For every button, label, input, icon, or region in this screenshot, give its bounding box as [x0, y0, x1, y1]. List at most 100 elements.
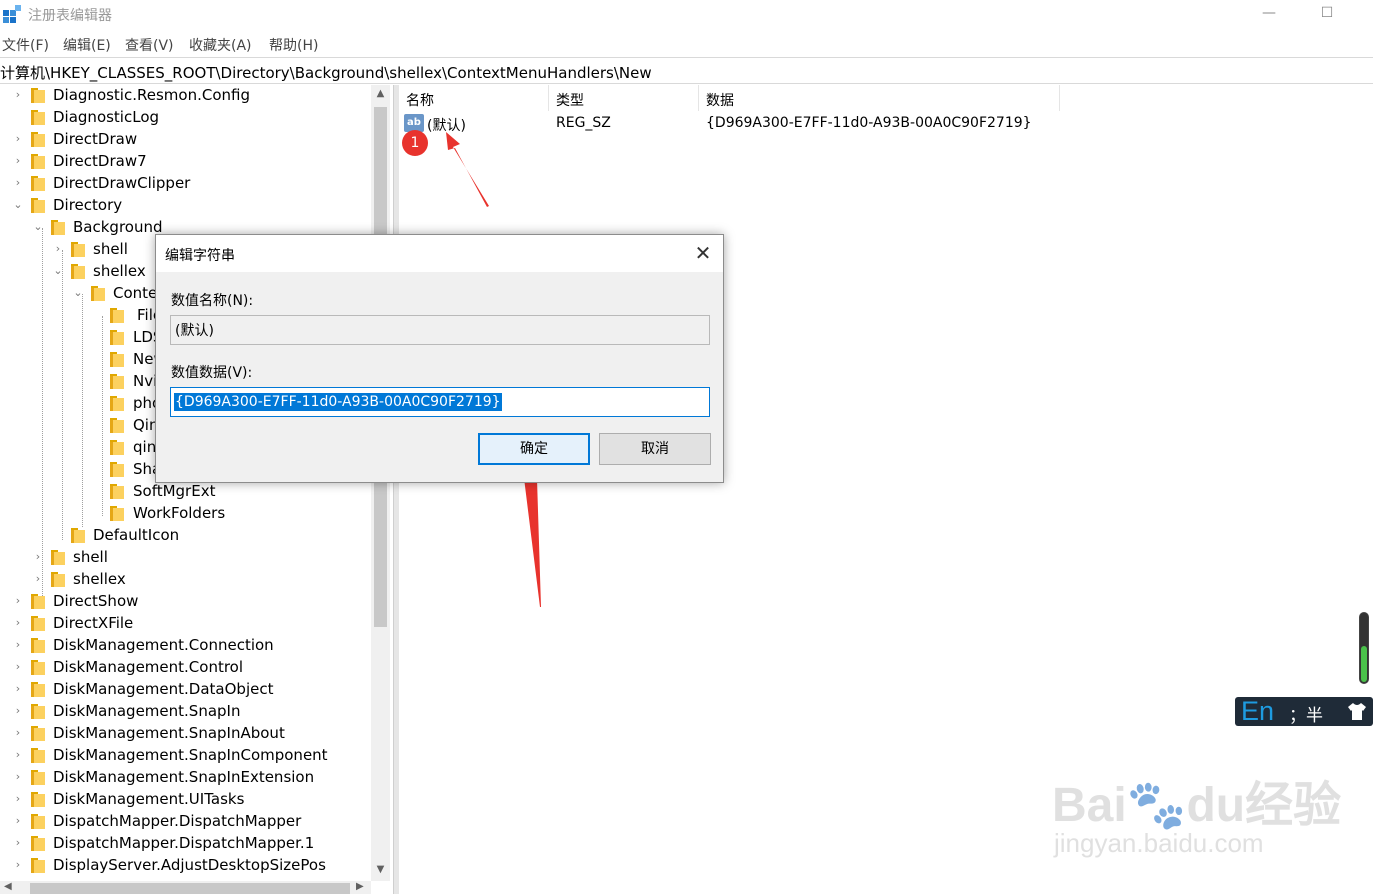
expand-chevron-icon[interactable]: ›: [12, 836, 24, 850]
tree-item[interactable]: ⌄ Directory: [0, 195, 371, 217]
values-list-header: 名称 类型 数据: [399, 85, 1373, 111]
expand-chevron-icon[interactable]: ›: [12, 682, 24, 696]
expand-chevron-icon[interactable]: ›: [12, 858, 24, 872]
column-divider[interactable]: [698, 85, 699, 111]
expand-chevron-icon[interactable]: ›: [12, 704, 24, 718]
expand-chevron-icon[interactable]: ›: [32, 550, 44, 564]
tree-vertical-scrollbar[interactable]: ▲ ▼: [371, 85, 390, 881]
expand-chevron-icon[interactable]: [92, 352, 104, 366]
expand-chevron-icon[interactable]: [92, 330, 104, 344]
column-type[interactable]: 类型: [556, 90, 584, 110]
tree-item[interactable]: › shellex: [0, 569, 371, 591]
menu-favorites[interactable]: 收藏夹(A): [189, 35, 252, 55]
folder-icon: [31, 726, 45, 741]
tree-item[interactable]: › DirectShow: [0, 591, 371, 613]
tree-item[interactable]: › DiskManagement.Connection: [0, 635, 371, 657]
maximize-button[interactable]: ☐: [1304, 0, 1350, 30]
expand-chevron-icon[interactable]: ›: [32, 572, 44, 586]
expand-chevron-icon[interactable]: ›: [12, 176, 24, 190]
scroll-up-arrow-icon[interactable]: ▲: [371, 85, 390, 103]
scroll-down-arrow-icon[interactable]: ▼: [371, 861, 390, 879]
column-name[interactable]: 名称: [406, 90, 434, 110]
tree-item[interactable]: › DiskManagement.SnapInAbout: [0, 723, 371, 745]
expand-chevron-icon[interactable]: ›: [12, 792, 24, 806]
expand-chevron-icon[interactable]: ›: [12, 726, 24, 740]
tree-item[interactable]: › DisplayServer.AdjustDesktopSizePos: [0, 855, 371, 877]
tree-item[interactable]: › DiskManagement.SnapIn: [0, 701, 371, 723]
pane-splitter[interactable]: [393, 85, 399, 894]
cancel-button[interactable]: 取消: [599, 433, 711, 465]
tree-item[interactable]: › shell: [0, 547, 371, 569]
tree-item[interactable]: › DiskManagement.SnapInComponent: [0, 745, 371, 767]
expand-chevron-icon[interactable]: [92, 308, 104, 322]
ok-button[interactable]: 确定: [478, 433, 590, 465]
hscroll-thumb[interactable]: [30, 883, 350, 894]
ime-indicator[interactable]: En ；半: [1235, 696, 1373, 727]
scroll-right-arrow-icon[interactable]: ▶: [356, 881, 364, 892]
dialog-title-bar[interactable]: 编辑字符串 ✕: [156, 235, 723, 272]
tree-item[interactable]: DiagnosticLog: [0, 107, 371, 129]
expand-chevron-icon[interactable]: ›: [12, 154, 24, 168]
tree-item[interactable]: › DirectDrawClipper: [0, 173, 371, 195]
folder-icon: [31, 836, 45, 851]
expand-chevron-icon[interactable]: [92, 484, 104, 498]
expand-chevron-icon[interactable]: [52, 528, 64, 542]
value-data-text[interactable]: {D969A300-E7FF-11d0-A93B-00A0C90F2719}: [174, 393, 502, 411]
expand-chevron-icon[interactable]: [92, 506, 104, 520]
column-divider[interactable]: [548, 85, 549, 111]
tree-item[interactable]: › DiskManagement.UITasks: [0, 789, 371, 811]
tree-item[interactable]: › Diagnostic.Resmon.Config: [0, 85, 371, 107]
expand-chevron-icon[interactable]: ›: [12, 132, 24, 146]
tree-item[interactable]: SoftMgrExt: [0, 481, 371, 503]
expand-chevron-icon[interactable]: ›: [12, 660, 24, 674]
menu-help[interactable]: 帮助(H): [269, 35, 318, 55]
expand-chevron-icon[interactable]: ›: [52, 242, 64, 256]
expand-chevron-icon[interactable]: ›: [12, 814, 24, 828]
expand-chevron-icon[interactable]: ›: [12, 88, 24, 102]
menu-view[interactable]: 查看(V): [125, 35, 174, 55]
skin-shirt-icon[interactable]: [1347, 702, 1367, 721]
menu-edit[interactable]: 编辑(E): [63, 35, 111, 55]
tree-item[interactable]: › DispatchMapper.DispatchMapper: [0, 811, 371, 833]
close-icon[interactable]: ✕: [691, 241, 715, 265]
expand-chevron-icon[interactable]: ⌄: [12, 198, 24, 212]
expand-chevron-icon[interactable]: ›: [12, 748, 24, 762]
tree-item[interactable]: › DiskManagement.SnapInExtension: [0, 767, 371, 789]
expand-chevron-icon[interactable]: [12, 110, 24, 124]
expand-chevron-icon[interactable]: [92, 374, 104, 388]
tree-item[interactable]: DefaultIcon: [0, 525, 371, 547]
address-bar[interactable]: 计算机\HKEY_CLASSES_ROOT\Directory\Backgrou…: [0, 57, 1373, 84]
minimize-button[interactable]: —: [1246, 0, 1292, 30]
tree-item[interactable]: › DispatchMapper.DispatchMapper.1: [0, 833, 371, 855]
tree-item[interactable]: › DirectDraw7: [0, 151, 371, 173]
tree-item-label: Diagnostic.Resmon.Config: [53, 86, 250, 104]
tree-item[interactable]: › DirectDraw: [0, 129, 371, 151]
expand-chevron-icon[interactable]: [92, 418, 104, 432]
expand-chevron-icon[interactable]: ⌄: [52, 264, 64, 278]
tree-item-label: DiagnosticLog: [53, 108, 160, 126]
tree-item[interactable]: › DiskManagement.DataObject: [0, 679, 371, 701]
tree-item[interactable]: WorkFolders: [0, 503, 371, 525]
expand-chevron-icon[interactable]: [92, 440, 104, 454]
expand-chevron-icon[interactable]: ⌄: [72, 286, 84, 300]
value-row[interactable]: ab (默认) REG_SZ {D969A300-E7FF-11d0-A93B-…: [399, 113, 1373, 135]
expand-chevron-icon[interactable]: ›: [12, 594, 24, 608]
column-divider[interactable]: [1059, 85, 1060, 111]
expand-chevron-icon[interactable]: ⌄: [32, 220, 44, 234]
expand-chevron-icon[interactable]: [92, 396, 104, 410]
address-path[interactable]: 计算机\HKEY_CLASSES_ROOT\Directory\Backgrou…: [0, 62, 652, 83]
expand-chevron-icon[interactable]: ›: [12, 616, 24, 630]
expand-chevron-icon[interactable]: ›: [12, 638, 24, 652]
expand-chevron-icon[interactable]: ›: [12, 770, 24, 784]
column-data[interactable]: 数据: [706, 90, 734, 110]
menu-file[interactable]: 文件(F): [2, 35, 49, 55]
scroll-left-arrow-icon[interactable]: ◀: [4, 881, 12, 892]
tree-horizontal-scrollbar[interactable]: ◀ ▶: [0, 881, 371, 894]
tree-item[interactable]: › DiskManagement.Control: [0, 657, 371, 679]
registry-tree[interactable]: › Diagnostic.Resmon.Config DiagnosticLog › D…: [0, 85, 390, 894]
ime-language[interactable]: En: [1241, 696, 1274, 727]
ime-mode[interactable]: ；半: [1289, 701, 1323, 726]
expand-chevron-icon[interactable]: [92, 462, 104, 476]
tree-item[interactable]: › DirectXFile: [0, 613, 371, 635]
value-data-input[interactable]: {D969A300-E7FF-11d0-A93B-00A0C90F2719}: [170, 387, 710, 417]
